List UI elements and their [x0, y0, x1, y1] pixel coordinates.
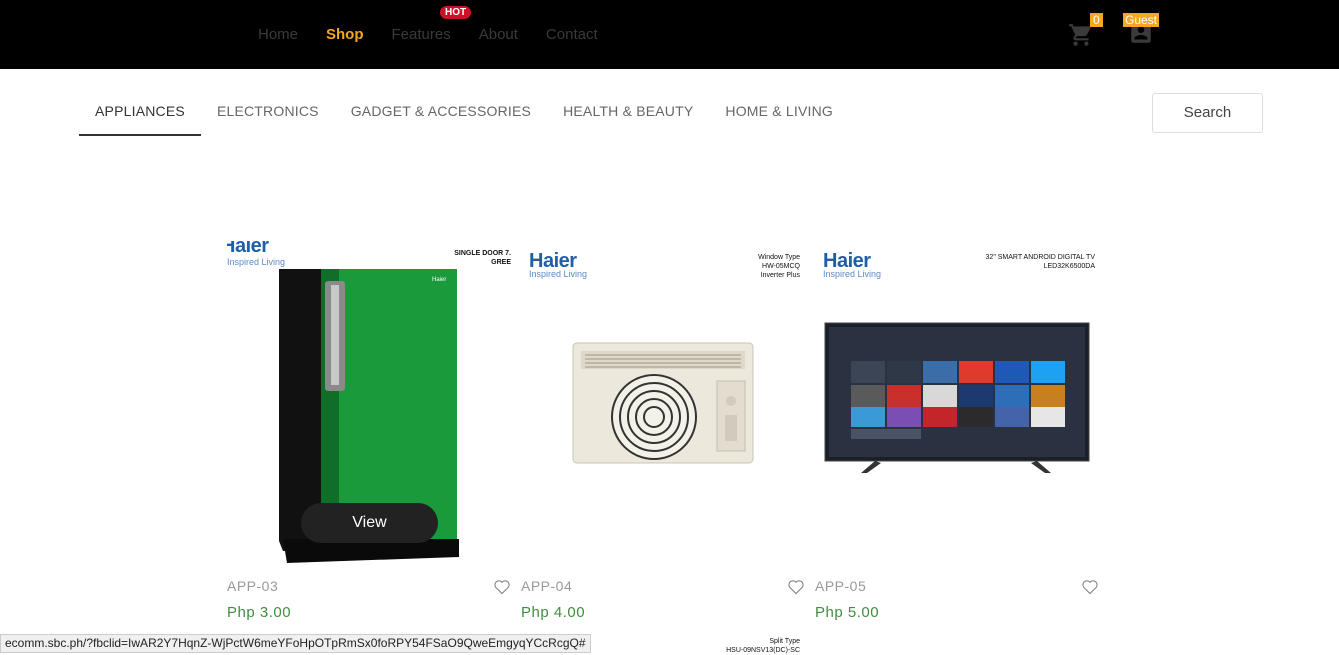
- tab-appliances[interactable]: APPLIANCES: [79, 92, 201, 136]
- svg-text:Haier: Haier: [432, 277, 446, 283]
- product-price: Php 5.00: [815, 604, 880, 621]
- top-navbar: Home Shop Features About Contact HOT 0 G…: [0, 0, 1339, 69]
- product-card[interactable]: Haier Inspired Living 32" SMART ANDROID …: [815, 241, 1109, 621]
- product-code: APP-04: [521, 578, 573, 594]
- search-button[interactable]: Search: [1152, 93, 1263, 133]
- browser-status-url: ecomm.sbc.ph/?fbclid=IwAR2Y7HqnZ-WjPctW6…: [0, 634, 591, 653]
- product-price: Php 3.00: [227, 604, 292, 621]
- hot-badge: HOT: [440, 6, 472, 19]
- tab-home-living[interactable]: HOME & LIVING: [709, 92, 849, 136]
- product-code: APP-05: [815, 578, 867, 594]
- main-nav: Home Shop Features About Contact: [258, 26, 626, 43]
- product-card[interactable]: Haier Inspired Living Window Type HW-05M…: [521, 241, 815, 621]
- air-conditioner-illustration: [572, 342, 754, 464]
- tab-electronics[interactable]: ELECTRONICS: [201, 92, 335, 136]
- nav-shop[interactable]: Shop: [326, 26, 364, 43]
- nav-about[interactable]: About: [479, 26, 518, 43]
- nav-home[interactable]: Home: [258, 26, 298, 43]
- view-button[interactable]: View: [301, 503, 438, 543]
- guest-label[interactable]: Guest: [1123, 13, 1160, 27]
- nav-features[interactable]: Features: [392, 26, 451, 43]
- product-image[interactable]: Haier Inspired Living 32" SMART ANDROID …: [815, 241, 1109, 566]
- tab-health-beauty[interactable]: HEALTH & BEAUTY: [547, 92, 709, 136]
- cart-count-badge: 0: [1090, 13, 1103, 27]
- product-image[interactable]: Haier Inspired Living Window Type HW-05M…: [521, 241, 815, 566]
- category-tabs: APPLIANCES ELECTRONICS GADGET & ACCESSOR…: [79, 92, 849, 136]
- heart-icon[interactable]: [493, 579, 511, 595]
- product-code: APP-03: [227, 578, 279, 594]
- promo-text-partial: Split Type HSU-09NSV13(DC)-SC: [726, 638, 800, 654]
- product-price: Php 4.00: [521, 604, 586, 621]
- tab-gadgets-accessories[interactable]: GADGET & ACCESSORIES: [335, 92, 547, 136]
- heart-icon[interactable]: [787, 579, 805, 595]
- heart-icon[interactable]: [1081, 579, 1099, 595]
- nav-contact[interactable]: Contact: [546, 26, 598, 43]
- smart-tv-illustration: [824, 322, 1090, 473]
